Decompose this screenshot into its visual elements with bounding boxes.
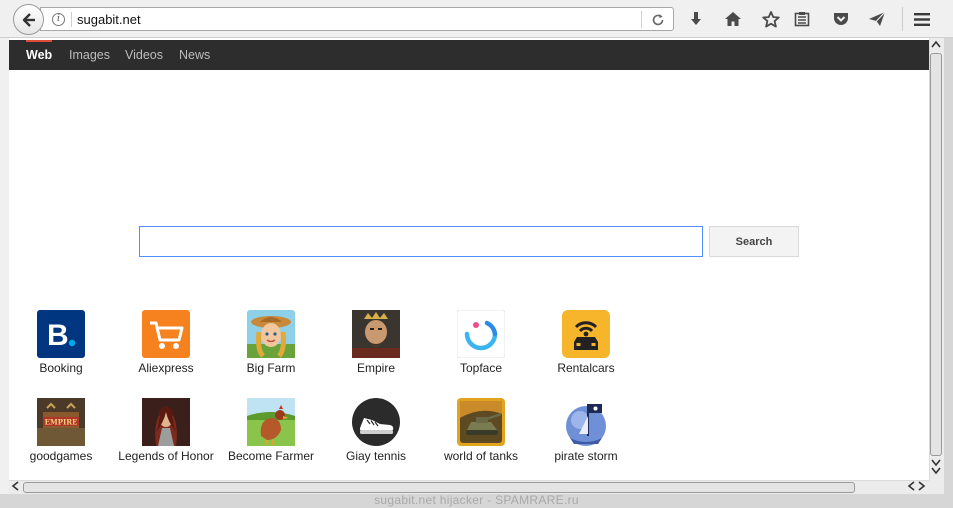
pirate-ship-icon bbox=[562, 398, 610, 446]
hamburger-menu-icon[interactable] bbox=[912, 9, 932, 29]
address-bar-divider bbox=[71, 12, 72, 27]
tile-label[interactable]: Become Farmer bbox=[219, 449, 323, 463]
home-icon[interactable] bbox=[723, 9, 743, 29]
tile-become-farmer[interactable]: Become Farmer bbox=[219, 398, 323, 468]
send-icon[interactable] bbox=[867, 9, 887, 29]
search-button[interactable]: Search bbox=[709, 226, 799, 257]
reading-list-icon[interactable] bbox=[792, 9, 812, 29]
tile-label[interactable]: Giay tennis bbox=[324, 449, 428, 463]
tile-rentalcars[interactable]: Rentalcars bbox=[534, 310, 638, 380]
toolbar-divider bbox=[902, 7, 903, 31]
tile-label[interactable]: Big Farm bbox=[219, 361, 323, 375]
topface-icon bbox=[457, 310, 505, 358]
address-bar[interactable]: i sugabit.net bbox=[40, 7, 674, 31]
tile-label[interactable]: Rentalcars bbox=[534, 361, 638, 375]
tab-videos[interactable]: Videos bbox=[125, 40, 163, 70]
scroll-up-icon[interactable] bbox=[931, 40, 941, 52]
info-icon[interactable]: i bbox=[52, 13, 65, 26]
window-right-edge bbox=[944, 38, 953, 508]
tile-label[interactable]: Topface bbox=[429, 361, 533, 375]
search-category-nav: Web Images Videos News bbox=[9, 40, 929, 70]
goodgames-empire-icon: EMPIRE bbox=[37, 398, 85, 446]
empire-icon bbox=[352, 310, 400, 358]
star-icon[interactable] bbox=[761, 9, 781, 29]
tile-label[interactable]: Aliexpress bbox=[114, 361, 218, 375]
tab-web[interactable]: Web bbox=[26, 40, 53, 70]
tab-news[interactable]: News bbox=[179, 40, 210, 70]
page-content: Web Images Videos News Search B Booking … bbox=[9, 38, 929, 480]
window-left-edge bbox=[0, 38, 9, 494]
booking-icon: B bbox=[37, 310, 85, 358]
horizontal-scroll-thumb[interactable] bbox=[23, 482, 855, 493]
search-input[interactable] bbox=[139, 226, 703, 257]
scrollbar-corner bbox=[929, 480, 944, 494]
big-farm-icon bbox=[247, 310, 295, 358]
tile-label[interactable]: goodgames bbox=[9, 449, 113, 463]
tile-big-farm[interactable]: Big Farm bbox=[219, 310, 323, 380]
scroll-down-step-icon[interactable] bbox=[931, 467, 941, 479]
become-farmer-icon bbox=[247, 398, 295, 446]
sneaker-icon bbox=[352, 398, 400, 446]
svg-text:B: B bbox=[47, 319, 69, 352]
reload-divider bbox=[641, 11, 642, 28]
svg-text:EMPIRE: EMPIRE bbox=[45, 418, 78, 427]
vertical-scroll-thumb[interactable] bbox=[930, 53, 942, 456]
tile-label[interactable]: pirate storm bbox=[534, 449, 638, 463]
tile-label[interactable]: Legends of Honor bbox=[114, 449, 218, 463]
tile-giay-tennis[interactable]: Giay tennis bbox=[324, 398, 428, 468]
tile-world-of-tanks[interactable]: world of tanks bbox=[429, 398, 533, 468]
browser-toolbar: i sugabit.net bbox=[0, 0, 953, 38]
reload-icon[interactable] bbox=[646, 10, 670, 29]
url-text[interactable]: sugabit.net bbox=[77, 12, 141, 27]
tile-topface[interactable]: Topface bbox=[429, 310, 533, 380]
tile-goodgames[interactable]: EMPIRE goodgames bbox=[9, 398, 113, 468]
tile-label[interactable]: Empire bbox=[324, 361, 428, 375]
tile-empire[interactable]: Empire bbox=[324, 310, 428, 380]
rentalcars-icon bbox=[562, 310, 610, 358]
legends-of-honor-icon bbox=[142, 398, 190, 446]
tank-icon bbox=[457, 398, 505, 446]
back-arrow-icon[interactable] bbox=[13, 4, 44, 35]
pocket-icon[interactable] bbox=[831, 9, 851, 29]
tab-images[interactable]: Images bbox=[69, 40, 110, 70]
tile-label[interactable]: world of tanks bbox=[429, 449, 533, 463]
shopping-cart-icon bbox=[142, 310, 190, 358]
tile-label[interactable]: Booking bbox=[9, 361, 113, 375]
tile-pirate-storm[interactable]: pirate storm bbox=[534, 398, 638, 468]
tile-legends-of-honor[interactable]: Legends of Honor bbox=[114, 398, 218, 468]
download-icon[interactable] bbox=[686, 9, 706, 29]
watermark-text: sugabit.net hijacker - SPAMRARE.ru bbox=[374, 493, 579, 507]
tile-aliexpress[interactable]: Aliexpress bbox=[114, 310, 218, 380]
tile-booking[interactable]: B Booking bbox=[9, 310, 113, 380]
